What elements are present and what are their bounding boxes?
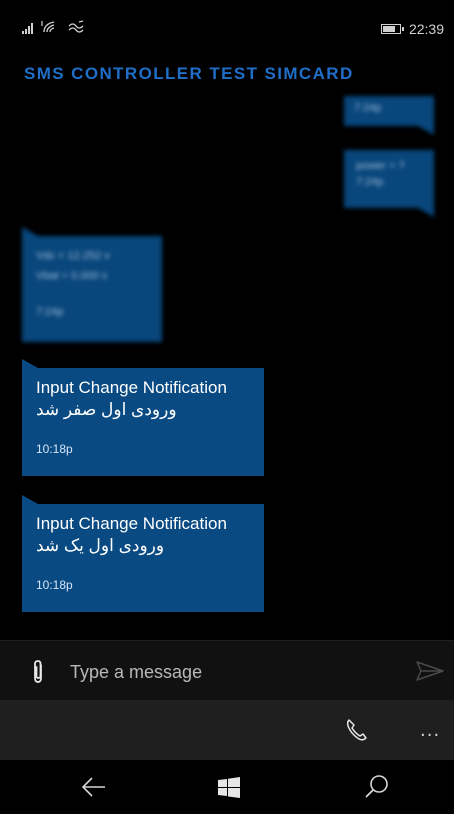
back-arrow-icon[interactable]: [82, 776, 106, 798]
message-time: 7:24p: [356, 176, 384, 188]
status-right: 22:39: [380, 21, 444, 37]
search-icon[interactable]: [364, 774, 390, 800]
more-options-button[interactable]: ...: [420, 720, 440, 741]
message-time: 10:18p: [36, 442, 73, 456]
message-time: 7:24p: [354, 102, 382, 114]
signal-strength-icon: [22, 22, 33, 34]
message-bubble-incoming[interactable]: Vdc = 12.252 v Vbat = 0.000 v 7:24p: [22, 227, 162, 342]
message-bubble-outgoing[interactable]: 7:24p: [344, 96, 434, 135]
message-bubble-outgoing[interactable]: power = ? 7:24p: [344, 150, 434, 217]
message-time: 7:24p: [36, 306, 64, 318]
message-text: power = ?: [356, 160, 405, 172]
paperclip-icon[interactable]: [30, 659, 46, 685]
message-text: Input Change Notification: [36, 514, 227, 533]
message-text: ورودی اول یک شد: [36, 536, 165, 555]
send-icon[interactable]: [415, 659, 445, 683]
conversation-title: SMS CONTROLLER TEST SIMCARD: [24, 64, 354, 83]
data-sync-icon: [68, 20, 84, 33]
message-text: Input Change Notification: [36, 378, 227, 397]
app-bar: ...: [0, 700, 454, 760]
status-time: 22:39: [408, 21, 444, 37]
wifi-icon: [41, 21, 55, 33]
message-time: 10:18p: [36, 578, 73, 592]
conversation-thread[interactable]: 7:24p power = ? 7:24p Vdc = 12.252 v Vba…: [0, 96, 454, 640]
navigation-bar: [0, 760, 454, 814]
phone-icon[interactable]: [344, 717, 370, 743]
status-bar: 22:39: [0, 0, 454, 44]
messaging-screen: 22:39 SMS CONTROLLER TEST SIMCARD 7:24p …: [0, 0, 454, 814]
battery-icon: [380, 24, 404, 34]
windows-logo-icon[interactable]: [218, 777, 240, 799]
message-bubble-incoming[interactable]: Input Change Notification ورودی اول یک ش…: [22, 495, 264, 612]
message-bubble-incoming[interactable]: Input Change Notification ورودی اول صفر …: [22, 359, 264, 476]
status-indicators: [22, 20, 85, 34]
message-input[interactable]: [68, 655, 392, 689]
message-text: ورودی اول صفر شد: [36, 400, 177, 419]
message-text: Vbat = 0.000 v: [36, 270, 108, 282]
message-text: Vdc = 12.252 v: [36, 250, 110, 262]
message-composer: [0, 640, 454, 701]
